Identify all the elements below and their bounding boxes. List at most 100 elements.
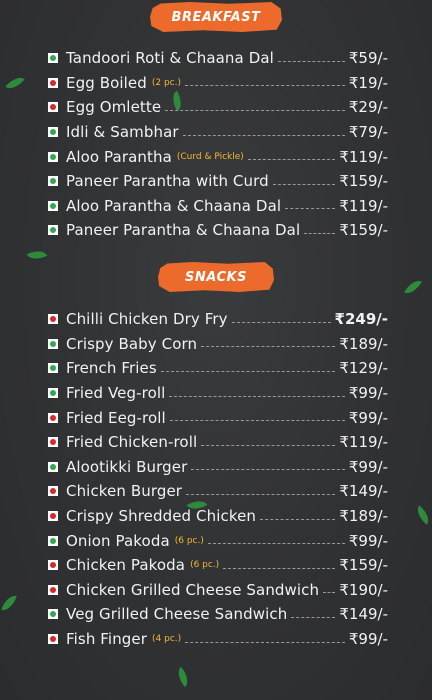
menu-item-row: Paneer Parantha & Chaana Dal ₹159/-	[48, 218, 388, 243]
item-price: ₹99/-	[348, 457, 388, 476]
item-name: Crispy Shredded Chicken	[66, 507, 257, 526]
item-name: Alootikki Burger	[66, 457, 188, 476]
menu-item-row: Chilli Chicken Dry Fry ₹249/-	[48, 307, 388, 332]
item-name: Tandoori Roti & Chaana Dal	[66, 49, 274, 68]
item-note: (6 pc.)	[174, 535, 204, 546]
dotted-leader	[247, 159, 336, 161]
item-price: ₹119/-	[339, 433, 388, 452]
item-price: ₹99/-	[348, 384, 388, 403]
menu-item-row: Alootikki Burger ₹99/-	[48, 455, 388, 480]
item-price: ₹29/-	[348, 98, 388, 117]
item-name: Egg Omlette	[66, 98, 162, 117]
nonveg-indicator-icon	[48, 634, 58, 645]
nonveg-indicator-icon	[48, 511, 58, 522]
item-price: ₹119/-	[339, 196, 388, 215]
veg-indicator-icon	[48, 225, 58, 236]
veg-indicator-icon	[48, 127, 58, 138]
item-name: Onion Pakoda	[66, 531, 170, 550]
item-name: Idli & Sambhar	[66, 123, 179, 142]
veg-indicator-icon	[48, 535, 58, 546]
menu-item-row: Aloo Parantha (Curd & Pickle) ₹119/-	[48, 144, 388, 169]
breakfast-menu-list: Tandoori Roti & Chaana Dal ₹59/- Egg Boile…	[48, 46, 388, 243]
veg-indicator-icon	[48, 363, 58, 374]
veg-indicator-icon	[48, 388, 58, 399]
item-price: ₹189/-	[339, 507, 388, 526]
dotted-leader	[231, 321, 331, 323]
item-name: Egg Boiled	[66, 73, 147, 92]
item-name: Veg Grilled Cheese Sandwich	[66, 605, 288, 624]
dotted-leader	[272, 183, 336, 185]
veg-indicator-icon	[48, 151, 58, 162]
menu-item-row: Egg Omlette ₹29/-	[48, 95, 388, 120]
menu-item-row: Onion Pakoda (6 pc.) ₹99/-	[48, 528, 388, 553]
item-name: Chicken Burger	[66, 482, 183, 501]
dotted-leader	[207, 543, 345, 545]
item-name: Chilli Chicken Dry Fry	[66, 310, 228, 329]
veg-indicator-icon	[48, 461, 58, 472]
dotted-leader	[182, 134, 345, 136]
menu-item-row: French Fries ₹129/-	[48, 356, 388, 381]
item-price: ₹99/-	[348, 531, 388, 550]
item-note: (Curd & Pickle)	[176, 151, 244, 162]
menu-item-row: Fried Veg-roll ₹99/-	[48, 381, 388, 406]
item-note: (6 pc.)	[190, 560, 220, 571]
menu-item-row: Chicken Pakoda (6 pc.) ₹159/-	[48, 553, 388, 578]
item-name: Chicken Pakoda	[66, 556, 186, 575]
dotted-leader	[285, 208, 336, 210]
veg-indicator-icon	[48, 338, 58, 349]
item-note: (2 pc.)	[151, 77, 181, 88]
dotted-leader	[186, 493, 336, 495]
item-price: ₹159/-	[339, 556, 388, 575]
dotted-leader	[223, 567, 336, 569]
item-price: ₹159/-	[339, 172, 388, 191]
nonveg-indicator-icon	[48, 584, 58, 595]
dotted-leader	[169, 420, 345, 422]
menu-item-row: Tandoori Roti & Chaana Dal ₹59/-	[48, 46, 388, 71]
item-name: Fish Finger	[66, 630, 148, 649]
nonveg-indicator-icon	[48, 77, 58, 88]
veg-indicator-icon	[48, 53, 58, 64]
item-price: ₹189/-	[339, 334, 388, 353]
breakfast-header: BREAKFAST	[150, 2, 282, 32]
snacks-menu-list: Chilli Chicken Dry Fry ₹249/- Crispy Baby …	[48, 307, 388, 651]
menu-item-row: Idli & Sambhar ₹79/-	[48, 120, 388, 145]
item-price: ₹99/-	[348, 630, 388, 649]
item-name: Paneer Parantha with Curd	[66, 172, 269, 191]
menu-item-row: Crispy Baby Corn ₹189/-	[48, 332, 388, 357]
dotted-leader	[165, 109, 345, 111]
dotted-leader	[277, 60, 345, 62]
menu-item-row: Chicken Grilled Cheese Sandwich ₹190/-	[48, 578, 388, 603]
section-title: SNACKS	[185, 269, 247, 285]
menu-item-row: Egg Boiled (2 pc.) ₹19/-	[48, 71, 388, 96]
nonveg-indicator-icon	[48, 486, 58, 497]
dotted-leader	[323, 592, 336, 594]
dotted-leader	[201, 346, 336, 348]
nonveg-indicator-icon	[48, 102, 58, 113]
leaf-decoration	[5, 72, 25, 94]
section-title: BREAKFAST	[171, 9, 261, 25]
leaf-decoration	[412, 505, 432, 525]
item-price: ₹149/-	[339, 482, 388, 501]
veg-indicator-icon	[48, 609, 58, 620]
menu-item-row: Paneer Parantha with Curd ₹159/-	[48, 169, 388, 194]
item-name: Chicken Grilled Cheese Sandwich	[66, 580, 320, 599]
nonveg-indicator-icon	[48, 560, 58, 571]
item-name: Fried Veg-roll	[66, 384, 166, 403]
veg-indicator-icon	[48, 200, 58, 211]
snacks-header: SNACKS	[158, 262, 274, 292]
leaf-decoration	[1, 592, 17, 614]
item-name: Fried Eeg-roll	[66, 408, 166, 427]
menu-item-row: Aloo Parantha & Chaana Dal ₹119/-	[48, 194, 388, 219]
item-price: ₹190/-	[339, 580, 388, 599]
menu-item-row: Fried Chicken-roll ₹119/-	[48, 430, 388, 455]
menu-item-row: Fried Eeg-roll ₹99/-	[48, 405, 388, 430]
item-note: (4 pc.)	[152, 634, 182, 645]
item-name: Aloo Parantha	[66, 147, 172, 166]
menu-item-row: Fish Finger (4 pc.) ₹99/-	[48, 627, 388, 652]
item-name: Aloo Parantha & Chaana Dal	[66, 196, 282, 215]
menu-item-row: Crispy Shredded Chicken ₹189/-	[48, 504, 388, 529]
leaf-decoration	[26, 246, 48, 264]
menu-item-row: Chicken Burger ₹149/-	[48, 479, 388, 504]
dotted-leader	[169, 395, 345, 397]
dotted-leader	[291, 616, 336, 618]
